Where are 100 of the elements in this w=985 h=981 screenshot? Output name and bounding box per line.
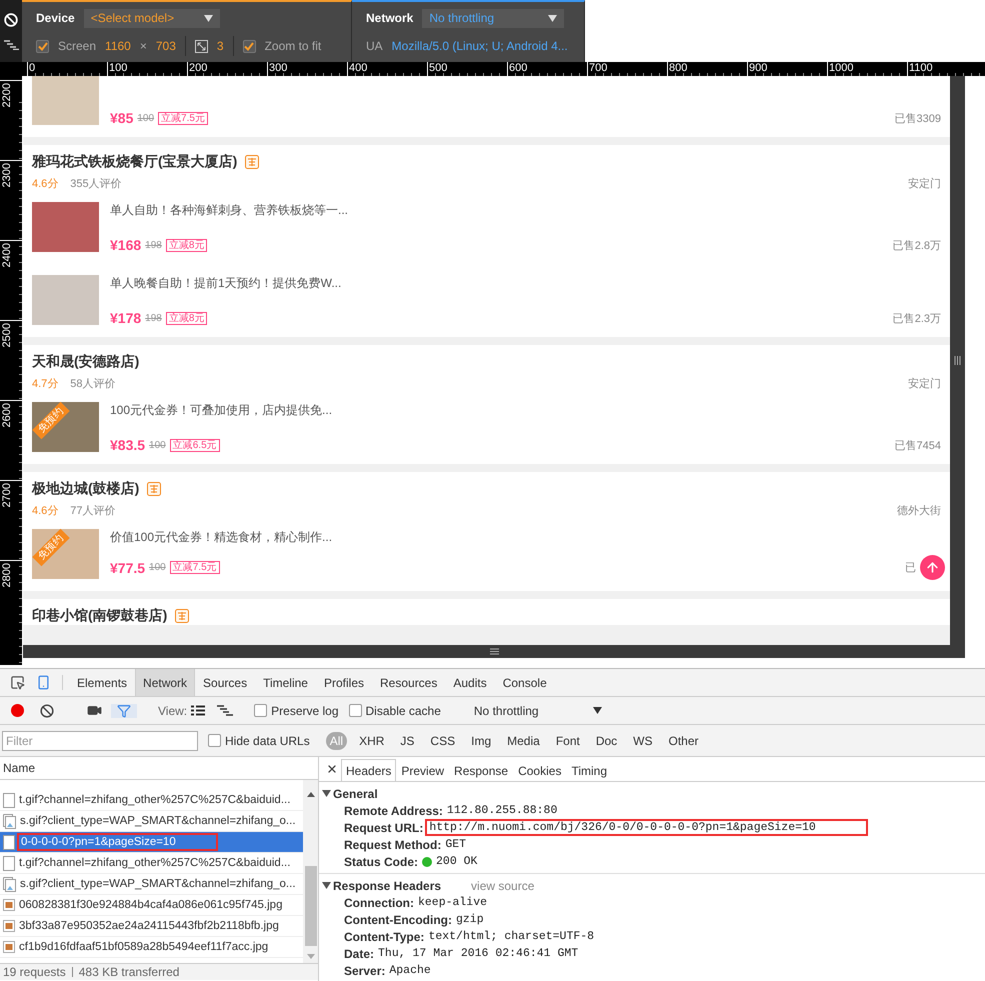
resize-handle[interactable] (23, 645, 965, 658)
deal-title: 价值100元代金券！精选食材，精心制作... (110, 529, 334, 546)
header-value: http://m.nuomi.com/bj/326/0-0/0-0-0-0-0?pn=1&pageSize=10 (427, 821, 866, 834)
type-filter[interactable]: Media (503, 732, 544, 750)
original-price: 198 (145, 240, 162, 250)
ribbon-label: 免预约 (32, 528, 70, 566)
ruler-label: 400 (348, 62, 368, 74)
scroll-up-icon[interactable] (306, 792, 314, 797)
caret-icon (548, 14, 558, 22)
scale-value[interactable]: 3 (216, 39, 224, 53)
caret-icon (592, 707, 602, 714)
review-count: 355人评价 (70, 177, 122, 191)
area-name: 安定门 (908, 176, 941, 191)
rating: 4.6分 (32, 177, 58, 191)
image-icon (3, 899, 15, 911)
section-title[interactable]: General (333, 786, 378, 800)
type-filter[interactable]: XHR (355, 732, 388, 750)
panel-tab[interactable]: Elements (69, 669, 136, 696)
ua-label: UA (366, 39, 383, 53)
deal-item[interactable]: 单人晚餐自助！提前1天预约！提供免费W... ¥178 198 立减8元 已售2.3万 (32, 264, 941, 337)
ruler-label: 1000 (828, 62, 854, 74)
request-name: 3bf33a87e950352ae24a24115443fbf2b2118bfb.jpg (19, 920, 279, 932)
request-name: s.gif?client_type=WAP_SMART&channel=zhifang_o... (20, 878, 296, 890)
checkbox[interactable] (242, 40, 256, 52)
deal-title: 100元代金券！可叠加使用，店内提供免... (110, 402, 334, 419)
checkbox[interactable] (254, 704, 268, 717)
price: ¥83.5 (110, 437, 146, 453)
checkbox[interactable] (36, 40, 49, 52)
request-row[interactable]: t.gif?channel=zhifang_other%257C%257C&baiduid... (0, 790, 303, 811)
block-icon[interactable] (4, 12, 18, 26)
original-price: 100 (149, 440, 166, 450)
section-title[interactable]: Response Headers (333, 878, 442, 892)
price: ¥168 (110, 237, 142, 253)
list-view-icon[interactable] (191, 705, 206, 716)
view-source-link[interactable]: view source (471, 878, 534, 892)
request-row[interactable]: t.gif?channel=zhifang_other%257C%257C&baiduid... (0, 853, 303, 874)
detail-tab[interactable]: Headers (341, 759, 396, 781)
filter-field[interactable]: Filter (2, 730, 198, 750)
shop-card[interactable]: 天和晟(安德路店) 4.7分 58人评价 安定门 免预约 100元代金券！可叠加使用，店内提供免... ¥83.5 100 立减6.5元 已售7454 (23, 345, 950, 464)
deal-item[interactable]: 单人自助！各种海鲜刺身、营养铁板烧等一... ¥168 198 立减8元 已售2.8万 (32, 191, 941, 264)
panel-tab[interactable]: Timeline (255, 669, 316, 696)
header-value: Apache (389, 964, 431, 977)
caret-icon (204, 14, 213, 22)
grip-icon[interactable] (490, 648, 498, 655)
type-filter[interactable]: Font (552, 732, 584, 750)
checkbox[interactable] (208, 734, 221, 747)
header-name: Content-Encoding: (344, 912, 452, 926)
request-row[interactable]: s.gif?client_type=WAP_SMART&channel=zhifang_o... (0, 811, 303, 832)
shop-card[interactable]: 极地边城(鼓楼店) 4.6分 77人评价 德外大街 免预约 价值100元代金券！精选食材，精心制作... ¥77.5 100 立减7.5元 已 (23, 472, 950, 591)
request-row[interactable]: 0-0-0-0-0?pn=1&pageSize=10 (0, 832, 303, 853)
expanded-triangle-icon[interactable] (322, 881, 331, 890)
deal-item[interactable]: 免预约 100元代金券！可叠加使用，店内提供免... ¥83.5 100 立减6.5元 已售7454 (32, 391, 941, 464)
shop-card[interactable]: 印巷小馆(南锣鼓巷店) (23, 599, 950, 625)
sold-count: 已售7454 (894, 438, 941, 452)
type-filter[interactable]: CSS (426, 732, 460, 750)
panel-tab[interactable]: Resources (372, 669, 446, 696)
view-label: View: (158, 704, 188, 718)
ruler-label: 1100 (908, 62, 933, 74)
resize-handle[interactable] (950, 76, 965, 645)
waterfall-view-icon[interactable] (217, 705, 234, 716)
shop-card[interactable]: 雅玛花式铁板烧餐厅(宝景大厦店) 4.6分 355人评价 安定门 单人自助！各种海鲜刺身、营养铁板烧等一... ¥168 198 立减8元 已售2.8万 单人晚餐自助！提前1天预约！提供免费W... ¥178 198 立减8元 已售2.3万 (23, 145, 950, 337)
height-value[interactable]: 703 (156, 39, 176, 53)
panel-tab[interactable]: Profiles (316, 669, 372, 696)
panel-tab[interactable]: Console (494, 669, 555, 696)
discount-tag: 立减7.5元 (158, 112, 208, 124)
shop-name: 印巷小馆(南锣鼓巷店) (32, 607, 168, 625)
panel-tab[interactable]: Sources (195, 669, 256, 696)
review-count: 77人评价 (70, 504, 116, 518)
type-filter[interactable]: JS (396, 732, 418, 750)
deal-item[interactable]: 免预约 价值100元代金券！精选食材，精心制作... ¥77.5 100 立减7.5元 已 (32, 518, 941, 591)
column-header[interactable]: Name (3, 761, 36, 775)
screen-label: Screen (58, 39, 96, 53)
grip-icon[interactable] (954, 356, 961, 365)
image-stack-icon (3, 814, 16, 828)
request-row[interactable]: s.gif?client_type=WAP_SMART&channel=zhifang_o... (0, 874, 303, 895)
checkbox[interactable] (348, 704, 362, 717)
ruler-label: 500 (428, 62, 448, 74)
type-filter[interactable]: Img (467, 732, 496, 750)
type-filter[interactable]: Other (664, 732, 703, 750)
price: ¥85 (110, 110, 134, 126)
throttling-select[interactable]: No throttling (468, 700, 608, 720)
type-filter[interactable]: WS (629, 732, 657, 750)
user-agent-value[interactable]: Mozilla/5.0 (Linux; U; Android 4... (392, 39, 568, 53)
scroll-top-button[interactable] (920, 555, 945, 580)
ruler-label: 2200 (1, 83, 13, 108)
header-value: 112.80.255.88:80 (446, 804, 558, 817)
type-filter[interactable]: Doc (592, 732, 622, 750)
lines-icon[interactable] (4, 40, 18, 50)
panel-tab[interactable]: Audits (445, 669, 495, 696)
ribbon-label: 免预约 (32, 402, 70, 440)
expanded-triangle-icon[interactable] (322, 789, 331, 798)
panel-tab[interactable]: Network (135, 669, 196, 696)
ruler-label: 0 (28, 62, 36, 74)
scrollbar[interactable] (303, 780, 318, 963)
discount-tag: 立减8元 (166, 238, 208, 252)
photo-placeholder (32, 76, 99, 125)
disable-cache-label: Disable cache (366, 704, 441, 718)
ruler-label: 200 (188, 62, 208, 74)
ruler-label: 300 (268, 62, 288, 74)
width-value[interactable]: 1160 (105, 39, 131, 53)
